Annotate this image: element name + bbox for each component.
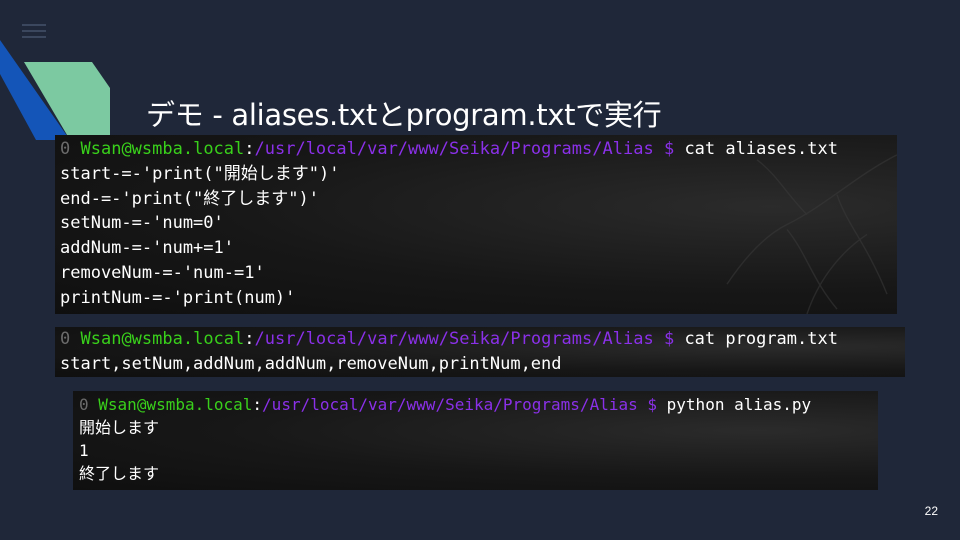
prompt-user-host: Wsan@wsmba.local — [98, 395, 253, 414]
exit-code: 0 — [60, 329, 71, 349]
terminal-program: 0 Wsan@wsmba.local:/usr/local/var/www/Se… — [55, 327, 905, 377]
output-line: 終了します — [79, 464, 160, 483]
slide-title: デモ - aliases.txtとprogram.txtで実行 — [146, 98, 662, 132]
terminal-aliases: 0 Wsan@wsmba.local:/usr/local/var/www/Se… — [55, 135, 897, 314]
corner-decoration — [0, 40, 110, 140]
output-line: start-=-'print("開始します")' — [60, 163, 340, 184]
prompt-path: /usr/local/var/www/Seika/Programs/Alias — [254, 329, 654, 349]
prompt-symbol: $ — [663, 139, 675, 159]
output-line: end-=-'print("終了します")' — [60, 188, 319, 209]
output-line: printNum-=-'print(num)' — [60, 287, 296, 308]
page-number: 22 — [924, 504, 938, 518]
output-line: 1 — [79, 441, 89, 460]
terminal-python-run: 0 Wsan@wsmba.local:/usr/local/var/www/Se… — [73, 391, 878, 490]
command-text: cat aliases.txt — [684, 139, 838, 159]
terminal-prompt: 0 Wsan@wsmba.local:/usr/local/var/www/Se… — [60, 139, 838, 159]
prompt-user-host: Wsan@wsmba.local — [80, 329, 245, 349]
exit-code: 0 — [79, 395, 89, 414]
prompt-user-host: Wsan@wsmba.local — [80, 139, 245, 159]
command-text: python alias.py — [666, 395, 812, 414]
prompt-path: /usr/local/var/www/Seika/Programs/Alias — [254, 139, 654, 159]
output-line: removeNum-=-'num-=1' — [60, 262, 265, 283]
terminal-prompt: 0 Wsan@wsmba.local:/usr/local/var/www/Se… — [60, 329, 838, 349]
terminal-prompt: 0 Wsan@wsmba.local:/usr/local/var/www/Se… — [79, 395, 812, 414]
command-text: cat program.txt — [684, 329, 838, 349]
prompt-symbol: $ — [647, 395, 658, 414]
output-line: addNum-=-'num+=1' — [60, 238, 234, 259]
output-line: start,setNum,addNum,addNum,removeNum,pri… — [60, 353, 562, 374]
prompt-symbol: $ — [663, 329, 675, 349]
output-line: 開始します — [79, 418, 160, 437]
exit-code: 0 — [60, 139, 71, 159]
output-line: setNum-=-'num=0' — [60, 213, 224, 234]
prompt-path: /usr/local/var/www/Seika/Programs/Alias — [262, 395, 638, 414]
